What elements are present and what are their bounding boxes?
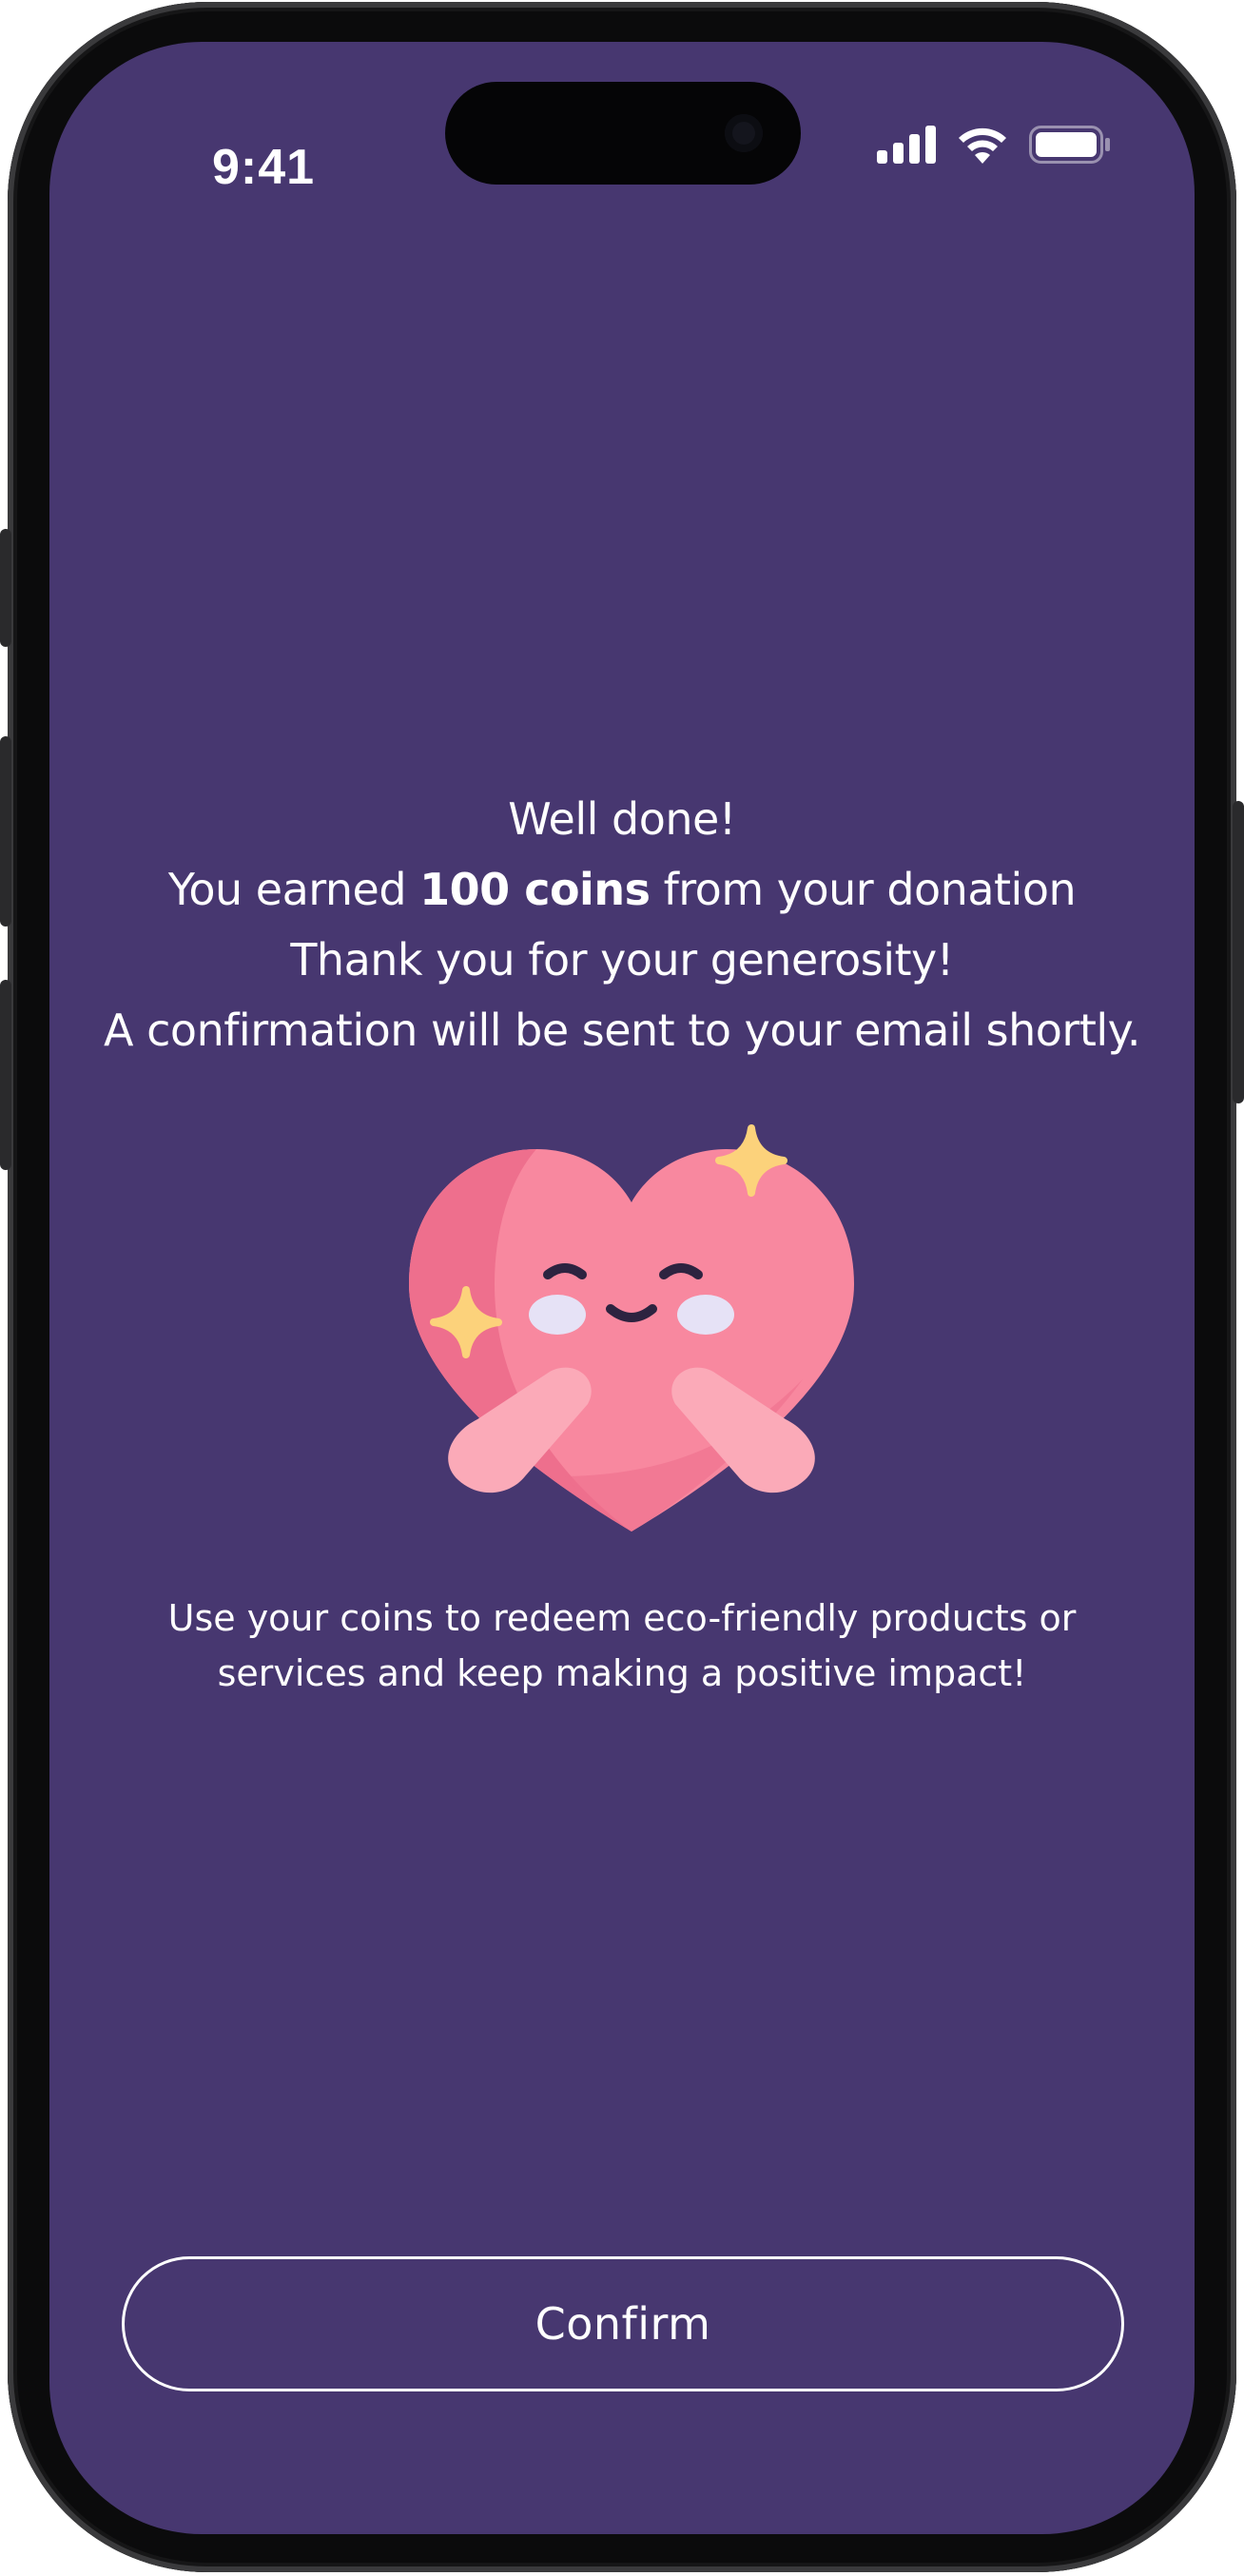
message-confirmation-note: A confirmation will be sent to your emai… bbox=[104, 1005, 1140, 1056]
wifi-icon bbox=[959, 127, 1006, 164]
status-icons bbox=[877, 116, 1111, 173]
message-title: Well done! bbox=[508, 793, 736, 845]
hugging-heart-icon bbox=[409, 1124, 854, 1532]
cellular-signal-icon bbox=[877, 126, 936, 164]
power-button bbox=[1233, 801, 1244, 1103]
volume-down-button bbox=[0, 980, 11, 1170]
action-button bbox=[0, 529, 11, 647]
coins-usage-hint: Use your coins to redeem eco-friendly pr… bbox=[167, 1597, 1077, 1694]
coins-earned: 100 coins bbox=[419, 864, 651, 915]
status-time: 9:41 bbox=[211, 140, 316, 195]
message-coins-line: You earned 100 coins from your donation bbox=[167, 864, 1077, 915]
battery-icon bbox=[1029, 126, 1110, 164]
screen: 9:41 Well done! You earned 100 coins fro… bbox=[49, 42, 1195, 2534]
message-thanks: Thank you for your generosity! bbox=[290, 934, 954, 986]
success-message: Well done! You earned 100 coins from you… bbox=[49, 784, 1195, 1065]
dynamic-island bbox=[445, 82, 801, 185]
confirm-button[interactable]: Confirm bbox=[122, 2256, 1124, 2391]
volume-up-button bbox=[0, 736, 11, 927]
front-camera bbox=[725, 114, 763, 152]
